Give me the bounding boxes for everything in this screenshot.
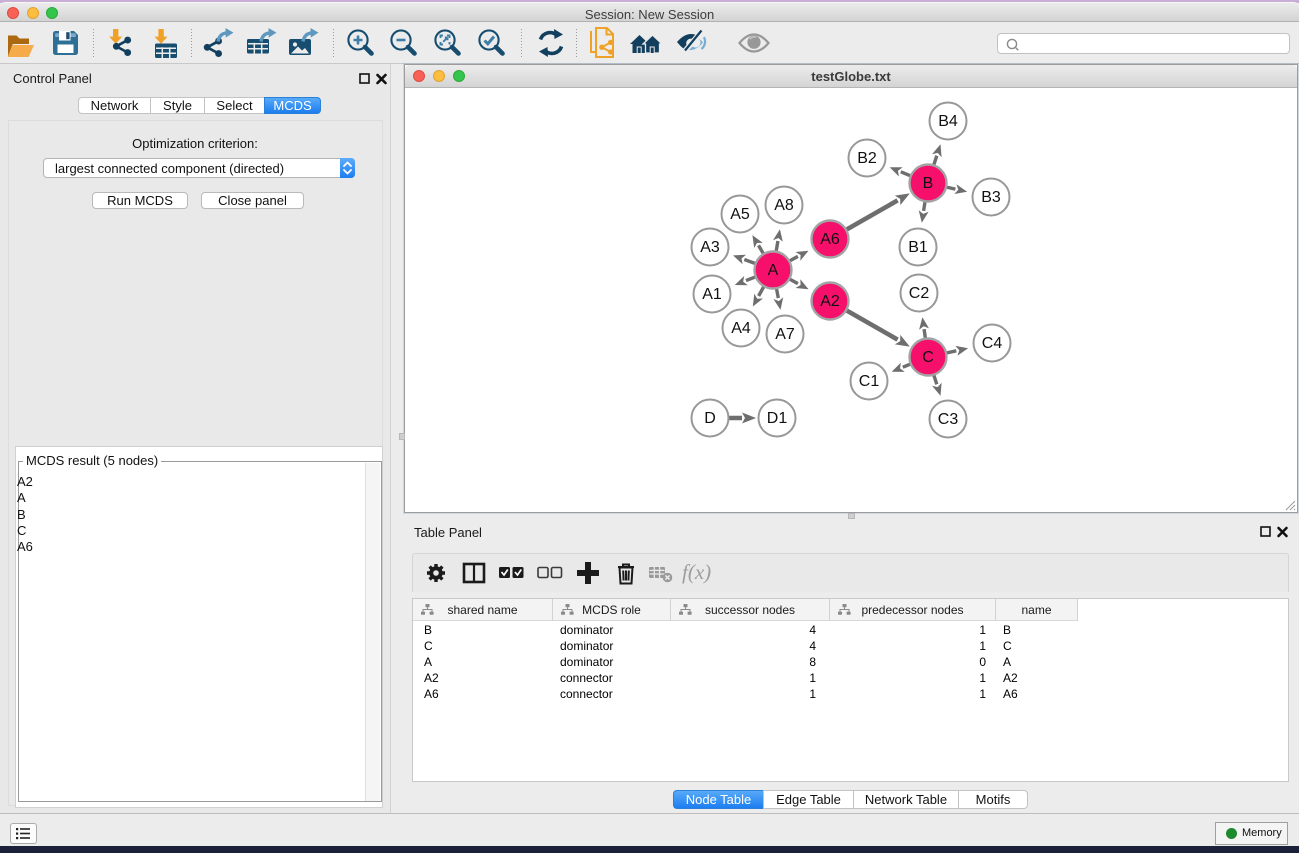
svg-text:A8: A8 — [774, 197, 794, 214]
svg-text:C4: C4 — [982, 335, 1003, 352]
svg-text:A5: A5 — [730, 206, 750, 223]
svg-text:D1: D1 — [767, 410, 788, 427]
svg-text:C1: C1 — [859, 373, 880, 390]
svg-text:C: C — [922, 349, 934, 366]
svg-text:A2: A2 — [820, 293, 840, 310]
svg-text:A4: A4 — [731, 320, 751, 337]
svg-text:B: B — [923, 175, 934, 192]
svg-text:A: A — [768, 262, 779, 279]
svg-text:B2: B2 — [857, 150, 877, 167]
svg-text:C3: C3 — [938, 411, 959, 428]
svg-text:A1: A1 — [702, 286, 722, 303]
svg-text:D: D — [704, 410, 716, 427]
svg-text:B1: B1 — [908, 239, 928, 256]
svg-text:f(x): f(x) — [682, 560, 711, 584]
svg-text:B4: B4 — [938, 113, 958, 130]
svg-text:A3: A3 — [700, 239, 720, 256]
svg-text:A6: A6 — [820, 231, 840, 248]
svg-text:C2: C2 — [909, 285, 930, 302]
svg-text:A7: A7 — [775, 326, 795, 343]
svg-text:B3: B3 — [981, 189, 1001, 206]
